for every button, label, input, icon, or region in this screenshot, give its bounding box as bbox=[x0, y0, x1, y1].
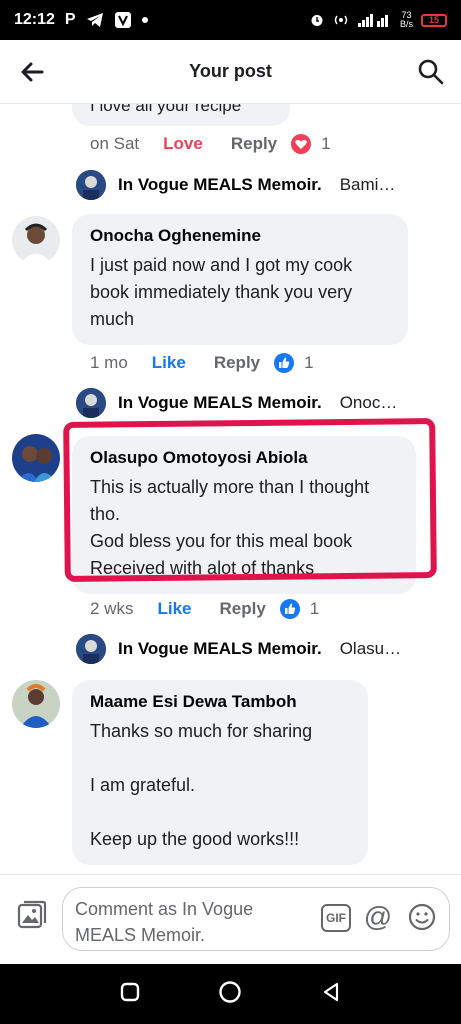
avatar bbox=[76, 388, 106, 418]
comments-list: I love all your recipe on Sat Love Reply… bbox=[0, 104, 461, 874]
mention-button[interactable]: @ bbox=[363, 902, 393, 932]
home-icon[interactable] bbox=[218, 980, 242, 1009]
comment-bubble[interactable]: I love all your recipe bbox=[72, 104, 290, 126]
emoji-icon[interactable] bbox=[407, 902, 437, 932]
comment-text: I just paid now and I got my cook book i… bbox=[90, 252, 390, 333]
comment-time: 2 wks bbox=[90, 599, 134, 618]
reply-author: In Vogue MEALS Memoir. bbox=[118, 175, 322, 194]
comment-line: much bbox=[90, 309, 135, 329]
status-bar: 12:12 P 73 B/s 15 bbox=[0, 0, 461, 40]
comment-actions: 2 wks Like Reply 1 bbox=[90, 599, 319, 619]
comment-line: Keep up the good works!!! bbox=[90, 829, 300, 849]
avatar[interactable] bbox=[12, 680, 60, 728]
reply-preview-row[interactable]: In Vogue MEALS Memoir. Onoc… bbox=[76, 388, 397, 418]
comment-line bbox=[90, 745, 350, 772]
recents-icon[interactable] bbox=[119, 981, 141, 1008]
comment-input[interactable]: Comment as In Vogue MEALS Memoir. GIF @ bbox=[62, 887, 450, 951]
alarm-icon bbox=[310, 13, 324, 27]
comment-bubble[interactable]: Onocha Oghenemine I just paid now and I … bbox=[72, 214, 408, 345]
comment-author[interactable]: Maame Esi Dewa Tamboh bbox=[90, 692, 350, 712]
reply-preview-text: Onoc… bbox=[339, 393, 398, 412]
reply-preview-text: Olasu… bbox=[339, 639, 402, 658]
top-app-bar: Your post bbox=[0, 40, 461, 104]
comment-actions: on Sat Love Reply 1 bbox=[90, 134, 331, 154]
signal-icon bbox=[357, 13, 392, 27]
like-icon bbox=[279, 599, 300, 619]
battery-icon: 15 bbox=[421, 13, 447, 27]
love-icon bbox=[291, 134, 312, 154]
avatar bbox=[76, 634, 106, 664]
reply-button[interactable]: Reply bbox=[231, 134, 277, 154]
comment-placeholder[interactable]: Comment as In Vogue MEALS Memoir. bbox=[75, 896, 305, 948]
status-time: 12:12 bbox=[14, 11, 55, 28]
comment-text: Thanks so much for sharing I am grateful… bbox=[90, 718, 350, 853]
comment-text: I love all your recipe bbox=[90, 104, 242, 115]
avatar bbox=[76, 170, 106, 200]
search-icon[interactable] bbox=[417, 58, 445, 86]
avatar[interactable] bbox=[12, 216, 60, 264]
comment-time: on Sat bbox=[90, 134, 140, 153]
comment-line: book immediately thank you very bbox=[90, 282, 353, 302]
net-speed: 73 B/s bbox=[400, 11, 413, 29]
comment-bubble[interactable]: Maame Esi Dewa Tamboh Thanks so much for… bbox=[72, 680, 368, 865]
comment-composer: Comment as In Vogue MEALS Memoir. GIF @ bbox=[0, 874, 461, 964]
carrier-letter: P bbox=[64, 11, 76, 28]
telegram-icon bbox=[86, 12, 104, 28]
notification-dot-icon bbox=[141, 17, 148, 23]
reaction-count: 1 bbox=[309, 599, 320, 618]
reply-preview-row[interactable]: In Vogue MEALS Memoir. Bami… bbox=[76, 170, 395, 200]
like-icon bbox=[274, 353, 295, 373]
reply-button[interactable]: Reply bbox=[220, 599, 266, 619]
love-button[interactable]: Love bbox=[163, 134, 203, 154]
comment-line: I am grateful. bbox=[90, 775, 196, 795]
reply-author: In Vogue MEALS Memoir. bbox=[118, 639, 322, 658]
reply-preview-text: Bami… bbox=[339, 175, 396, 194]
comment-time: 1 mo bbox=[90, 353, 128, 372]
like-button[interactable]: Like bbox=[152, 353, 186, 373]
comment-line: I just paid now and I got my cook bbox=[90, 255, 353, 275]
back-icon[interactable] bbox=[320, 981, 342, 1008]
reply-preview-row[interactable]: In Vogue MEALS Memoir. Olasu… bbox=[76, 634, 401, 664]
like-button[interactable]: Like bbox=[157, 599, 191, 619]
photo-gallery-icon[interactable] bbox=[16, 899, 48, 931]
comment-line: Thanks so much for sharing bbox=[90, 721, 313, 741]
system-nav-bar bbox=[0, 964, 461, 1024]
reply-author: In Vogue MEALS Memoir. bbox=[118, 393, 322, 412]
reaction-count: 1 bbox=[321, 134, 331, 153]
page-title: Your post bbox=[189, 61, 272, 81]
back-arrow-icon[interactable] bbox=[18, 58, 46, 86]
hotspot-icon bbox=[332, 13, 350, 27]
reply-button[interactable]: Reply bbox=[214, 353, 260, 373]
comment-actions: 1 mo Like Reply 1 bbox=[90, 353, 314, 373]
comment-line bbox=[90, 799, 350, 826]
vidmate-icon bbox=[114, 11, 132, 29]
highlight-annotation bbox=[63, 418, 437, 582]
net-speed-unit: B/s bbox=[399, 19, 413, 29]
comment-author[interactable]: Onocha Oghenemine bbox=[90, 226, 390, 246]
avatar[interactable] bbox=[12, 434, 60, 482]
reaction-count: 1 bbox=[304, 353, 314, 372]
battery-level: 15 bbox=[428, 15, 439, 25]
gif-button[interactable]: GIF bbox=[321, 904, 351, 932]
